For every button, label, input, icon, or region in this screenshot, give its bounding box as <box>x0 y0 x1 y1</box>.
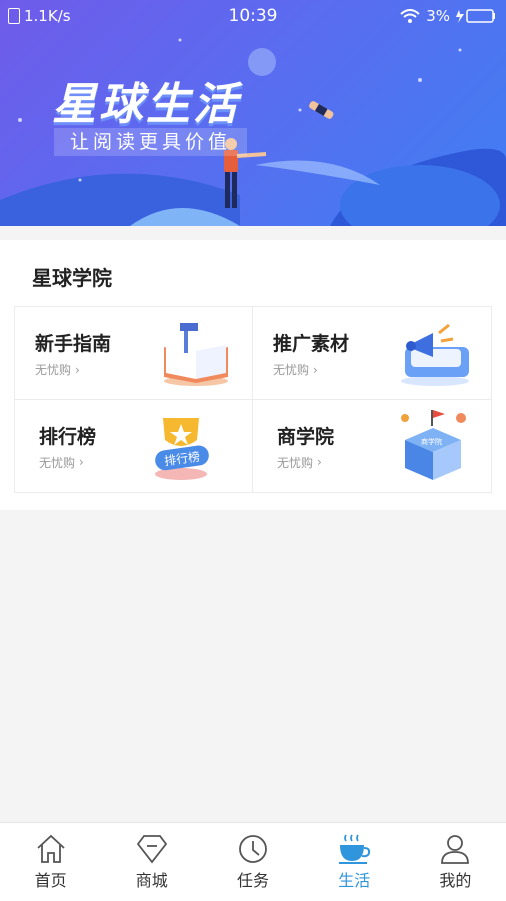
chevron-right-icon: › <box>317 455 322 469</box>
card-title: 推广素材 <box>273 333 350 355</box>
bottom-tab-bar: 首页 商城 任务 生活 我的 <box>0 822 506 901</box>
diamond-icon <box>136 835 167 864</box>
megaphone-icon <box>401 323 469 386</box>
academy-grid: 新手指南 无忧购 › 推广素材 无忧购 › 排行榜 无忧购 › 排行榜 商学院 … <box>14 306 492 493</box>
tab-label: 商城 <box>135 871 168 890</box>
tab-tasks[interactable]: 任务 <box>202 823 303 901</box>
card-subtitle: 无忧购 › <box>39 454 84 471</box>
card-beginner-guide[interactable]: 新手指南 无忧购 › <box>15 307 253 400</box>
card-subtitle: 无忧购 › <box>35 361 80 378</box>
tab-life[interactable]: 生活 <box>304 823 405 901</box>
card-title: 新手指南 <box>35 333 112 355</box>
banner-subtitle: 让阅读更具价值 <box>54 128 248 156</box>
chevron-right-icon: › <box>75 362 80 377</box>
coffee-icon <box>339 834 371 864</box>
section-title: 星球学院 <box>32 266 112 290</box>
tab-mall[interactable]: 商城 <box>101 823 202 901</box>
battery-icon <box>456 9 495 23</box>
badge-text: 商学院 <box>421 437 442 446</box>
card-sub-text: 无忧购 <box>277 455 314 470</box>
banner-title: 星球生活 <box>52 79 240 130</box>
card-subtitle: 无忧购 › <box>277 454 322 471</box>
tab-mine[interactable]: 我的 <box>405 823 506 901</box>
tab-label: 首页 <box>34 871 67 890</box>
card-business-school[interactable]: 商学院 无忧购 › 商学院 <box>253 400 491 493</box>
card-title: 商学院 <box>277 425 335 448</box>
card-sub-text: 无忧购 <box>273 363 310 377</box>
card-subtitle: 无忧购 › <box>273 361 318 378</box>
tab-label: 生活 <box>338 871 371 890</box>
user-icon <box>441 835 470 864</box>
tab-home[interactable]: 首页 <box>0 823 101 901</box>
card-title: 排行榜 <box>39 425 97 448</box>
chevron-right-icon: › <box>313 362 318 377</box>
banner[interactable]: 1.1K/s 10:39 3% 星球生活 让阅读更具价值 <box>0 0 506 226</box>
card-sub-text: 无忧购 <box>39 455 76 470</box>
card-sub-text: 无忧购 <box>35 363 72 377</box>
status-bar: 1.1K/s 10:39 3% <box>0 0 506 32</box>
wifi-icon <box>400 9 420 23</box>
battery-percent: 3% <box>426 7 450 25</box>
tab-label: 任务 <box>237 871 270 890</box>
book-icon <box>164 323 228 386</box>
card-promo-materials[interactable]: 推广素材 无忧购 › <box>253 307 491 400</box>
home-icon <box>36 834 65 863</box>
trophy-icon: 排行榜 <box>155 417 209 480</box>
tab-label: 我的 <box>439 871 472 890</box>
clock-icon <box>239 835 267 863</box>
school-icon: 商学院 <box>401 409 466 480</box>
chevron-right-icon: › <box>79 455 84 469</box>
card-leaderboard[interactable]: 排行榜 无忧购 › 排行榜 <box>15 399 253 492</box>
